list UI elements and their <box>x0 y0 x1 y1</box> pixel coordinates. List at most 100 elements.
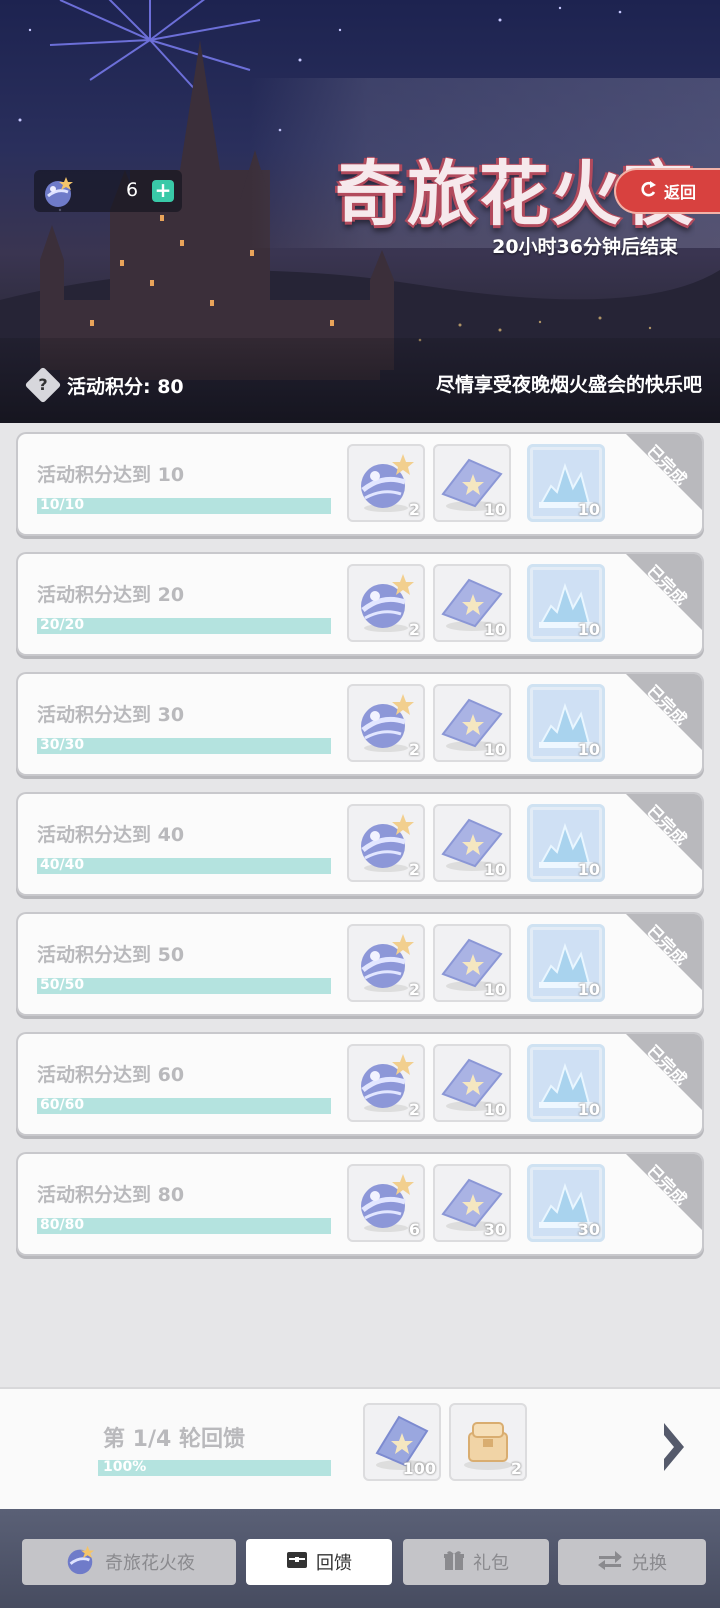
chevron-right-icon <box>660 1423 688 1479</box>
back-button[interactable]: 返回 <box>614 168 720 214</box>
currency-counter: 6 + <box>34 170 182 212</box>
task-label: 活动积分达到 20 <box>37 584 185 606</box>
completed-ribbon: 已完成 <box>626 554 702 630</box>
tab-fireworks-night[interactable]: 奇旅花火夜 <box>22 1539 236 1585</box>
tab-exchange[interactable]: 兑换 <box>558 1539 706 1585</box>
reward-slot[interactable]: 2 <box>347 564 425 642</box>
reward-slot[interactable]: 2 <box>347 684 425 762</box>
task-card: 活动积分达到 60 60/60 2 10 10 已完成 <box>18 1034 702 1134</box>
task-label: 活动积分达到 80 <box>37 1184 185 1206</box>
task-progress-bar: 80/80 <box>37 1217 331 1234</box>
task-card: 活动积分达到 30 30/30 2 10 10 已完成 <box>18 674 702 774</box>
task-label: 活动积分达到 40 <box>37 824 185 846</box>
reward-slot[interactable]: 6 <box>347 1164 425 1242</box>
firework-bomb-icon <box>40 174 76 214</box>
completed-label: 已完成 <box>643 681 691 729</box>
reward-quantity: 10 <box>577 980 600 999</box>
event-banner: 奇旅花火夜 20小时36分钟后结束 返回 6 + ? 活动积分: 80 尽情享受… <box>0 0 720 423</box>
exchange-icon <box>597 1549 623 1576</box>
tab-label: 兑换 <box>631 1553 667 1574</box>
reward-slot[interactable]: 10 <box>527 924 605 1002</box>
back-label: 返回 <box>663 183 696 202</box>
task-progress-text: 30/30 <box>40 737 85 753</box>
completed-ribbon: 已完成 <box>626 914 702 990</box>
reward-quantity: 10 <box>483 980 506 999</box>
task-label: 活动积分达到 60 <box>37 1064 185 1086</box>
reward-quantity: 100 <box>402 1459 436 1478</box>
reward-quantity: 10 <box>577 500 600 519</box>
reward-quantity: 2 <box>510 1459 522 1478</box>
completed-ribbon: 已完成 <box>626 674 702 750</box>
return-arrow-icon <box>640 180 658 202</box>
reward-quantity: 2 <box>408 740 420 759</box>
task-progress-bar: 20/20 <box>37 617 331 634</box>
help-button[interactable]: ? <box>24 366 62 404</box>
reward-quantity: 30 <box>577 1220 600 1239</box>
task-label: 活动积分达到 30 <box>37 704 185 726</box>
reward-slot[interactable]: 10 <box>527 804 605 882</box>
reward-slot[interactable]: 2 <box>347 924 425 1002</box>
gift-icon <box>443 1549 465 1576</box>
reward-quantity: 6 <box>408 1220 420 1239</box>
reward-slot[interactable]: 10 <box>433 684 511 762</box>
reward-quantity: 10 <box>483 860 506 879</box>
tab-label: 奇旅花火夜 <box>105 1553 195 1574</box>
reward-slot[interactable]: 30 <box>433 1164 511 1242</box>
completed-ribbon: 已完成 <box>626 794 702 870</box>
task-progress-bar: 10/10 <box>37 497 331 514</box>
tab-feedback[interactable]: 回馈 <box>246 1539 392 1585</box>
add-currency-button[interactable]: + <box>152 180 174 202</box>
next-round-button[interactable] <box>660 1419 688 1479</box>
reward-quantity: 10 <box>577 860 600 879</box>
event-timer: 20小时36分钟后结束 <box>492 236 678 258</box>
reward-slot[interactable]: 10 <box>527 684 605 762</box>
event-slogan: 尽情享受夜晚烟火盛会的快乐吧 <box>435 374 702 396</box>
completed-label: 已完成 <box>643 921 691 969</box>
reward-slot[interactable]: 10 <box>433 444 511 522</box>
reward-quantity: 2 <box>408 620 420 639</box>
task-progress-text: 80/80 <box>40 1217 85 1233</box>
reward-slot[interactable]: 10 <box>527 564 605 642</box>
round-reward-box[interactable]: 2 <box>449 1403 527 1481</box>
reward-slot[interactable]: 10 <box>433 564 511 642</box>
completed-ribbon: 已完成 <box>626 434 702 510</box>
reward-slot[interactable]: 2 <box>347 804 425 882</box>
reward-quantity: 30 <box>483 1220 506 1239</box>
reward-slot[interactable]: 10 <box>433 1044 511 1122</box>
reward-quantity: 2 <box>408 1100 420 1119</box>
task-label: 活动积分达到 50 <box>37 944 185 966</box>
reward-quantity: 2 <box>408 860 420 879</box>
reward-slot[interactable]: 2 <box>347 444 425 522</box>
task-card: 活动积分达到 80 80/80 6 30 30 已完成 <box>18 1154 702 1254</box>
firework-bomb-icon <box>63 1543 97 1582</box>
task-card: 活动积分达到 10 10/10 2 10 10 已完成 <box>18 434 702 534</box>
reward-slot[interactable]: 10 <box>433 804 511 882</box>
reward-slot[interactable]: 30 <box>527 1164 605 1242</box>
task-progress-text: 50/50 <box>40 977 85 993</box>
tab-gift-pack[interactable]: 礼包 <box>403 1539 549 1585</box>
reward-quantity: 2 <box>408 500 420 519</box>
bottom-nav: 奇旅花火夜 回馈 礼包 兑换 <box>0 1509 720 1608</box>
reward-quantity: 10 <box>577 620 600 639</box>
round-progress-bar: 100% <box>98 1459 331 1476</box>
reward-quantity: 10 <box>577 740 600 759</box>
task-progress-text: 40/40 <box>40 857 85 873</box>
task-card: 活动积分达到 50 50/50 2 10 10 已完成 <box>18 914 702 1014</box>
reward-slot[interactable]: 10 <box>527 1044 605 1122</box>
round-progress-text: 100% <box>103 1459 147 1475</box>
completed-label: 已完成 <box>643 1161 691 1209</box>
task-progress-bar: 30/30 <box>37 737 331 754</box>
task-progress-text: 20/20 <box>40 617 85 633</box>
reward-quantity: 10 <box>483 620 506 639</box>
reward-slot[interactable]: 2 <box>347 1044 425 1122</box>
completed-label: 已完成 <box>643 801 691 849</box>
round-reward-star-ticket[interactable]: 100 <box>363 1403 441 1481</box>
round-reward-panel: 第 1/4 轮回馈 100% 100 2 <box>0 1387 720 1511</box>
task-card: 活动积分达到 20 20/20 2 10 10 已完成 <box>18 554 702 654</box>
task-label: 活动积分达到 10 <box>37 464 185 486</box>
completed-label: 已完成 <box>643 441 691 489</box>
task-progress-text: 10/10 <box>40 497 85 513</box>
reward-slot[interactable]: 10 <box>433 924 511 1002</box>
currency-count: 6 <box>126 179 139 201</box>
reward-slot[interactable]: 10 <box>527 444 605 522</box>
